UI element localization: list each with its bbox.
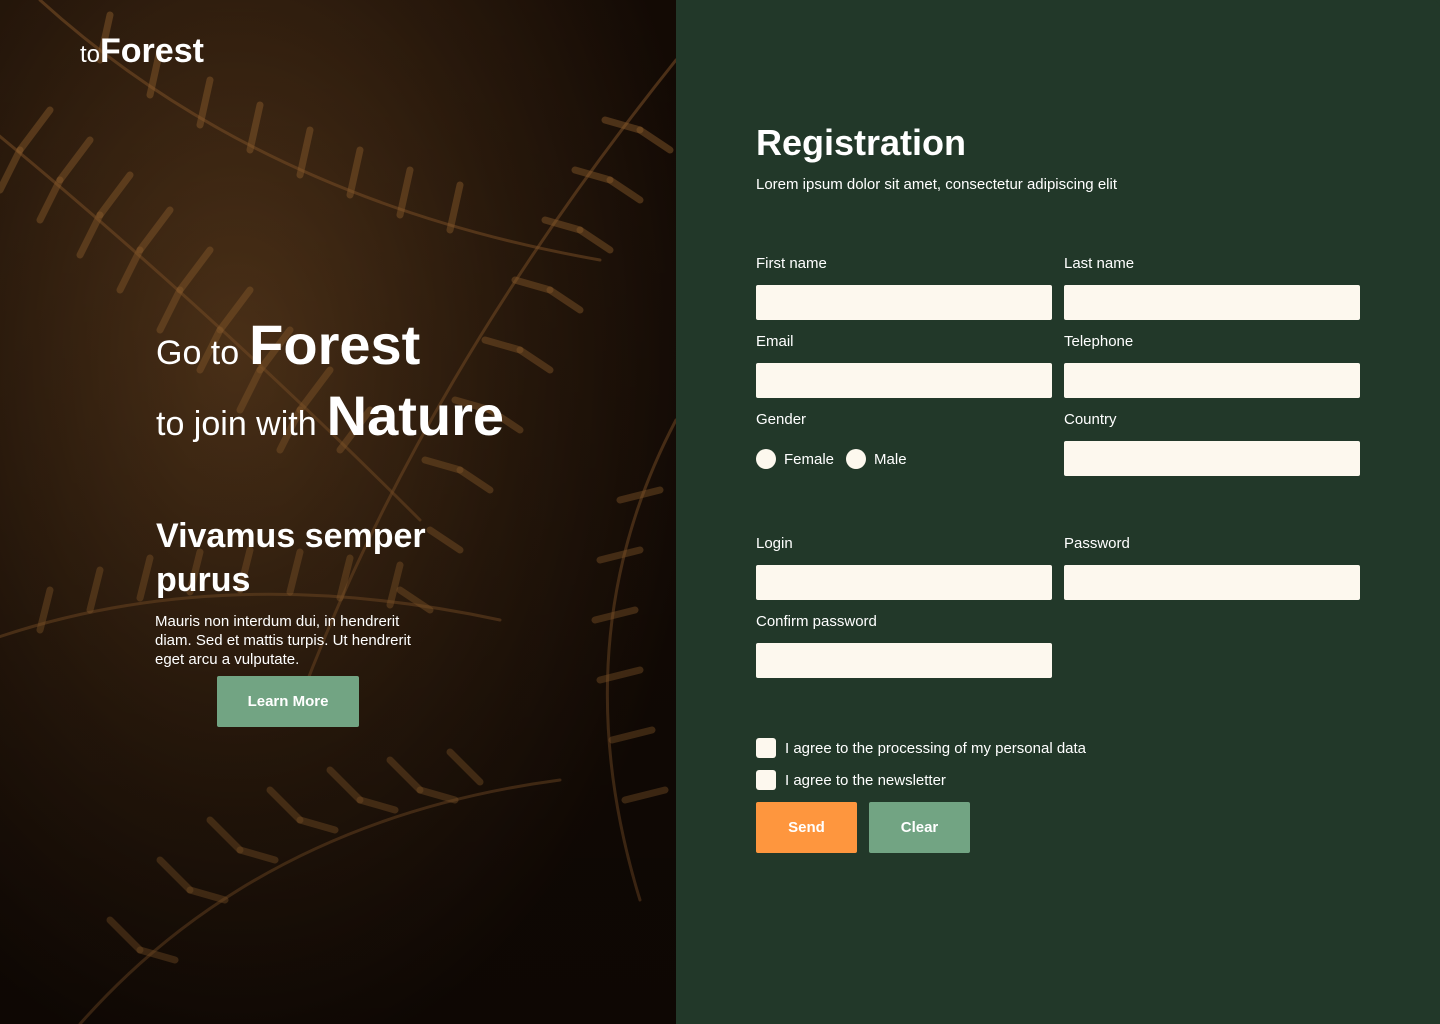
last-name-label: Last name <box>1064 255 1135 272</box>
last-name-input[interactable] <box>1064 285 1360 320</box>
learn-more-button[interactable]: Learn More <box>217 676 359 727</box>
consent-personal-data-label: I agree to the processing of my personal… <box>785 739 1087 757</box>
logo[interactable]: toForest <box>80 32 204 71</box>
clear-button[interactable]: Clear <box>869 802 970 853</box>
registration-subtitle: Lorem ipsum dolor sit amet, consectetur … <box>756 176 1117 193</box>
fern-background-image <box>0 0 676 1024</box>
hero-line-1-small: Go to <box>156 334 240 372</box>
registration-title: Registration <box>756 122 967 163</box>
password-label: Password <box>1064 535 1130 552</box>
gender-male-radio[interactable]: Male <box>846 449 907 469</box>
consent-newsletter[interactable]: I agree to the newsletter <box>756 770 946 790</box>
checkbox[interactable] <box>756 738 776 758</box>
first-name-label: First name <box>756 255 827 272</box>
password-input[interactable] <box>1064 565 1360 600</box>
hero-line-2: to join with Nature <box>156 383 504 448</box>
hero-sub-heading: Vivamus semper purus <box>156 517 426 599</box>
telephone-input[interactable] <box>1064 363 1360 398</box>
first-name-input[interactable] <box>756 285 1052 320</box>
confirm-password-label: Confirm password <box>756 613 877 630</box>
hero-line-2-small: to join with <box>156 405 317 443</box>
hero-panel: toForest Go to Forest to join with Nature … <box>0 0 676 1024</box>
logo-prefix: to <box>80 41 101 68</box>
registration-panel: Registration Lorem ipsum dolor sit amet,… <box>676 0 1440 1024</box>
telephone-label: Telephone <box>1064 333 1134 350</box>
country-label: Country <box>1064 411 1117 428</box>
radio-circle[interactable] <box>756 449 776 469</box>
email-input[interactable] <box>756 363 1052 398</box>
checkbox[interactable] <box>756 770 776 790</box>
hero-sub-text: Mauris non interdum dui, in hendrerit di… <box>155 613 411 668</box>
confirm-password-input[interactable] <box>756 643 1052 678</box>
gender-male-label: Male <box>874 450 907 468</box>
hero-line-1: Go to Forest <box>156 312 420 377</box>
consent-personal-data[interactable]: I agree to the processing of my personal… <box>756 738 1086 758</box>
send-button[interactable]: Send <box>756 802 857 853</box>
hero-line-2-big: Nature <box>326 384 505 447</box>
email-label: Email <box>756 333 794 350</box>
logo-name: Forest <box>100 32 204 70</box>
gender-female-label: Female <box>784 450 835 468</box>
gender-label: Gender <box>756 411 807 428</box>
gender-female-radio[interactable]: Female <box>756 449 834 469</box>
country-input[interactable] <box>1064 441 1360 476</box>
login-input[interactable] <box>756 565 1052 600</box>
login-label: Login <box>756 535 793 552</box>
consent-newsletter-label: I agree to the newsletter <box>785 771 946 789</box>
gender-radio-group: Female Male <box>756 449 919 469</box>
hero-line-1-big: Forest <box>249 313 421 376</box>
radio-circle[interactable] <box>846 449 867 469</box>
